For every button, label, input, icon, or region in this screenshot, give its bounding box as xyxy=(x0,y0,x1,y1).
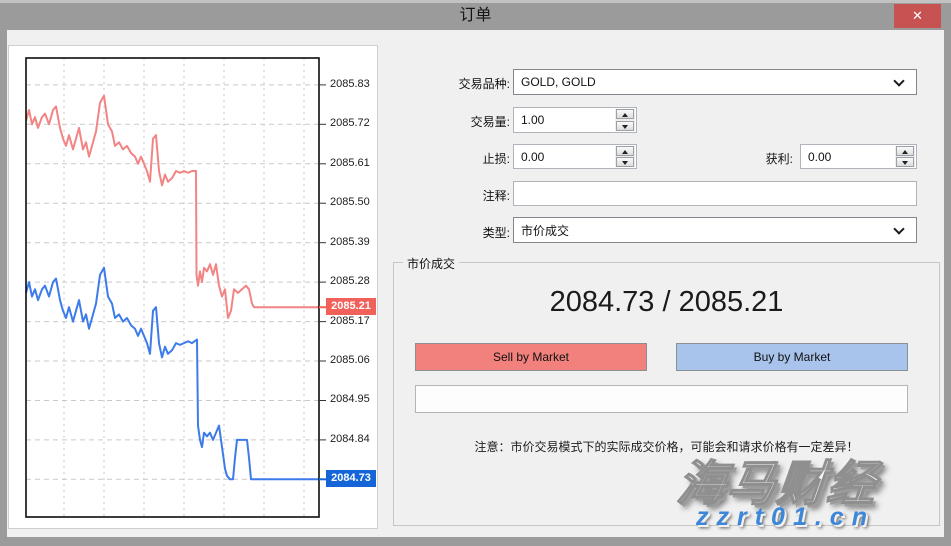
symbol-value: GOLD, GOLD xyxy=(521,70,596,94)
tick-chart-panel: 2085.83 2085.72 2085.61 2085.50 2085.39 2085.… xyxy=(8,45,378,529)
spin-up-button[interactable] xyxy=(616,146,634,156)
window-frame-bottom xyxy=(0,537,951,546)
dialog-title: 订单 xyxy=(0,3,951,30)
window-frame-left xyxy=(0,30,7,546)
comment-fieldbox xyxy=(513,181,917,206)
comment-input[interactable] xyxy=(514,182,916,205)
triangle-up-icon xyxy=(902,150,908,154)
bid-price-badge: 2084.73 xyxy=(326,470,376,487)
triangle-up-icon xyxy=(622,150,628,154)
market-execution-group-title: 市价成交 xyxy=(403,255,459,272)
stop-loss-label: 止损: xyxy=(380,150,510,167)
y-axis-label: 2085.61 xyxy=(330,157,370,169)
volume-stepper[interactable] xyxy=(513,107,637,133)
buy-by-market-button[interactable]: Buy by Market xyxy=(676,343,908,371)
y-axis-label: 2085.83 xyxy=(330,78,370,90)
spin-down-button[interactable] xyxy=(616,121,634,131)
watermark-url: zzrt01.cn xyxy=(696,503,875,532)
bid-ask-price-display: 2084.73 / 2085.21 xyxy=(393,286,940,319)
volume-label: 交易量: xyxy=(380,113,510,130)
sell-by-market-button[interactable]: Sell by Market xyxy=(415,343,647,371)
symbol-select[interactable]: GOLD, GOLD xyxy=(513,69,917,95)
spin-up-button[interactable] xyxy=(616,109,634,119)
stop-loss-spinner xyxy=(615,146,635,167)
type-label: 类型: xyxy=(380,224,510,241)
tick-chart-canvas xyxy=(25,57,329,524)
volume-spinner xyxy=(615,109,635,131)
close-icon: ✕ xyxy=(912,8,923,23)
take-profit-spinner xyxy=(895,146,915,167)
take-profit-label: 获利: xyxy=(700,150,793,167)
triangle-down-icon xyxy=(902,161,908,165)
y-axis-label: 2085.39 xyxy=(330,236,370,248)
execution-status-box xyxy=(415,385,908,413)
y-axis-label: 2085.28 xyxy=(330,275,370,287)
spin-down-button[interactable] xyxy=(896,157,914,167)
close-button[interactable]: ✕ xyxy=(894,4,941,28)
y-axis-label: 2085.50 xyxy=(330,196,370,208)
stop-loss-stepper[interactable] xyxy=(513,144,637,169)
symbol-label: 交易品种: xyxy=(380,75,510,92)
y-axis-label: 2084.84 xyxy=(330,433,370,445)
order-type-select[interactable]: 市价成交 xyxy=(513,217,917,243)
triangle-down-icon xyxy=(622,161,628,165)
comment-label: 注释: xyxy=(380,187,510,204)
y-axis-label: 2085.72 xyxy=(330,117,370,129)
y-axis-label: 2084.95 xyxy=(330,393,370,405)
spin-up-button[interactable] xyxy=(896,146,914,156)
take-profit-stepper[interactable] xyxy=(800,144,917,169)
y-axis-label: 2085.17 xyxy=(330,315,370,327)
stop-loss-input[interactable] xyxy=(514,145,614,168)
triangle-down-icon xyxy=(622,125,628,129)
spin-down-button[interactable] xyxy=(616,157,634,167)
order-dialog: 订单 ✕ 2085.83 2085.72 2085.61 2085.50 2085.39… xyxy=(0,0,951,546)
chevron-down-icon xyxy=(893,223,904,234)
order-type-value: 市价成交 xyxy=(521,218,569,242)
y-axis-label: 2085.06 xyxy=(330,354,370,366)
volume-input[interactable] xyxy=(514,108,614,132)
chevron-down-icon xyxy=(893,75,904,86)
triangle-up-icon xyxy=(622,113,628,117)
take-profit-input[interactable] xyxy=(801,145,894,168)
window-frame-right xyxy=(944,30,951,546)
ask-price-badge: 2085.21 xyxy=(326,298,376,315)
